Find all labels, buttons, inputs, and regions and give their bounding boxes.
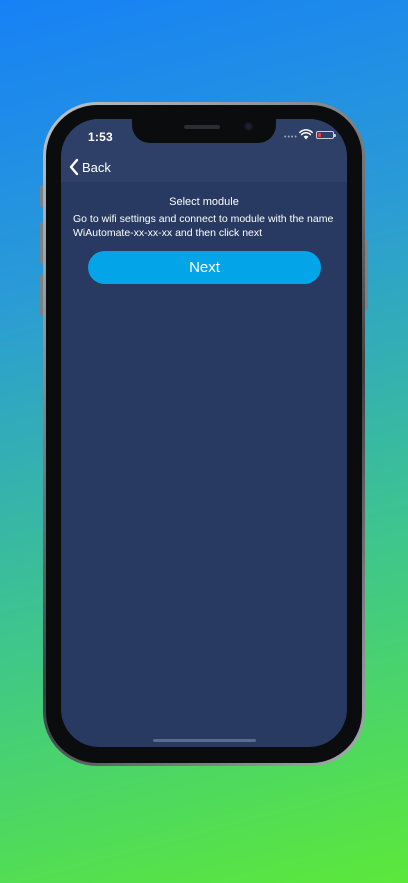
front-camera [244,122,253,131]
home-indicator[interactable] [153,739,256,742]
earpiece-speaker [184,125,220,129]
back-button[interactable]: Back [68,157,111,177]
page-title: Select module [169,196,239,208]
chevron-left-icon [69,158,79,176]
navigation-bar: Back [61,155,347,182]
next-button[interactable]: Next [88,251,321,284]
battery-low-icon [316,131,336,139]
cellular-signal-icon: •••• [284,134,298,141]
instructions-text: Go to wifi settings and connect to modul… [73,213,334,239]
back-label: Back [82,159,111,175]
phone-screen: 1:53 •••• Back Select module Go to wifi … [61,119,347,747]
wifi-icon [299,129,313,140]
notch [132,119,276,143]
status-time: 1:53 [88,130,113,144]
battery-level-indicator [318,133,321,137]
